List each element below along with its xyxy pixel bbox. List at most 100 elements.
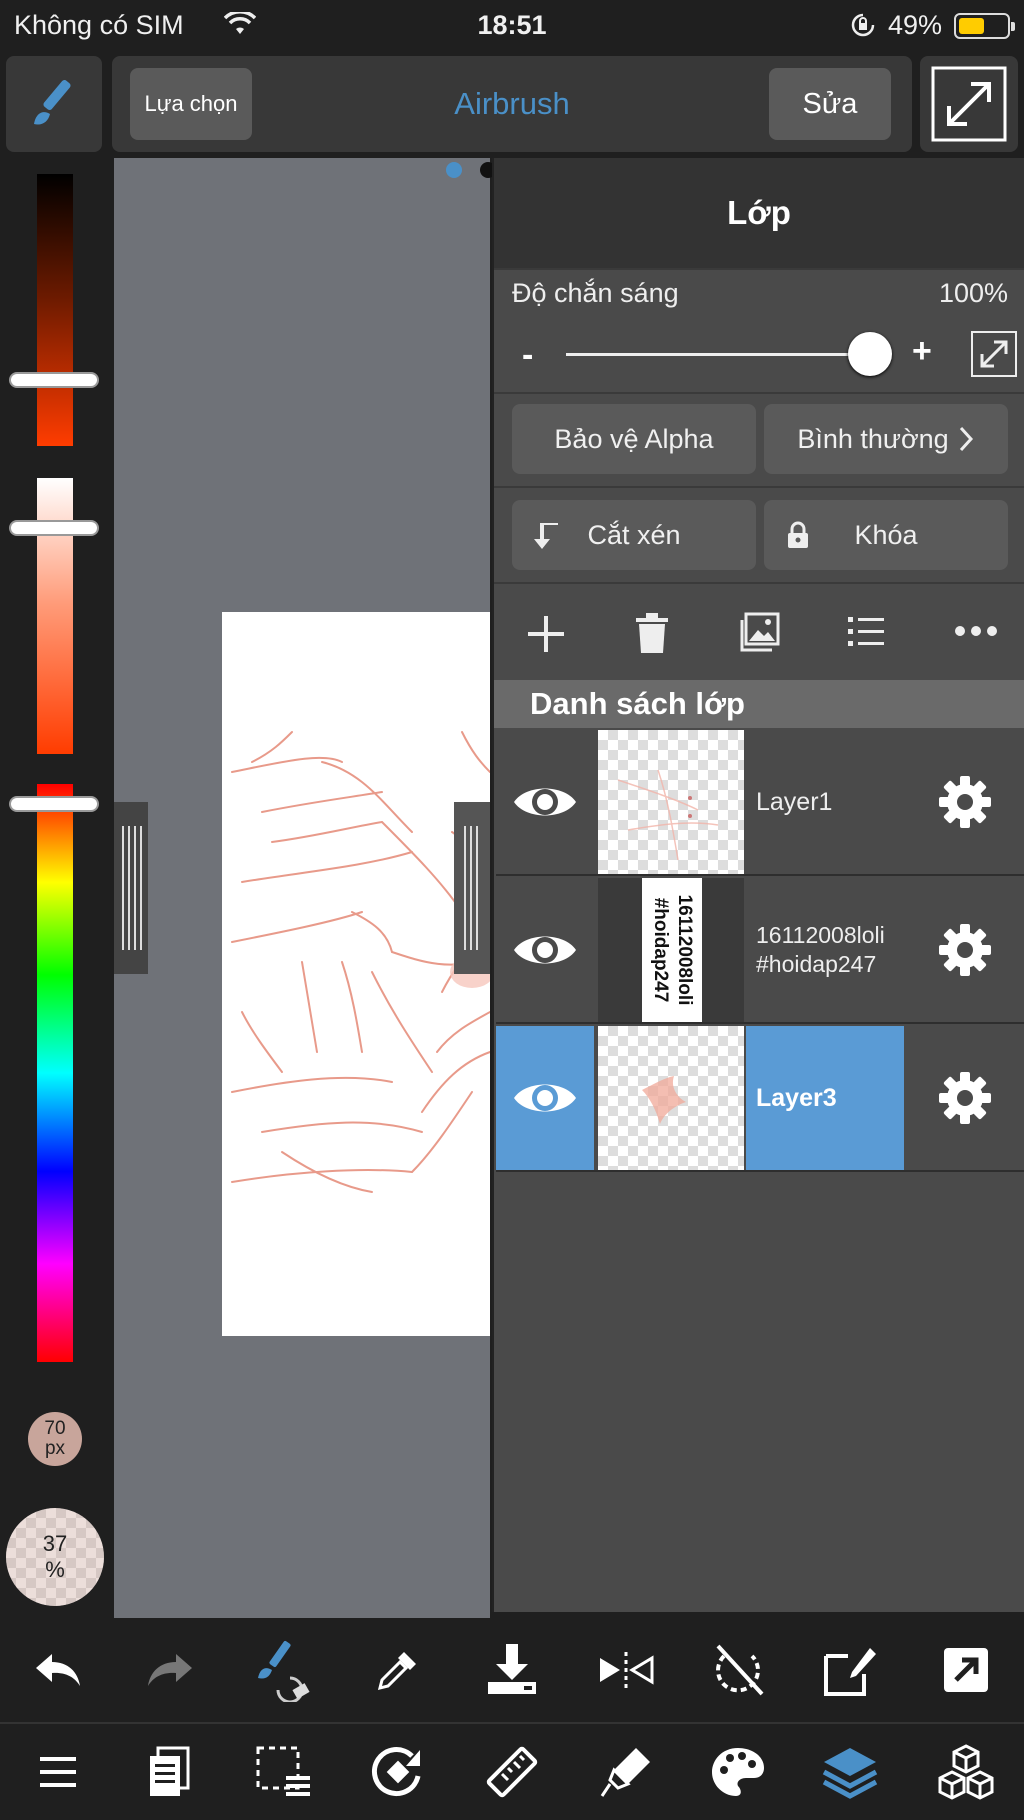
layer-settings-button[interactable] <box>904 730 1024 874</box>
page-indicator-active <box>446 162 462 178</box>
cubes-icon <box>938 1744 994 1800</box>
gear-icon <box>939 776 991 828</box>
rotate-canvas-button[interactable] <box>348 1724 448 1820</box>
menu-button[interactable] <box>8 1724 108 1820</box>
canvas-area[interactable] <box>114 158 496 1618</box>
marker-icon <box>600 1748 650 1797</box>
rotate-canvas-icon <box>371 1747 421 1797</box>
opacity-value: 100% <box>938 278 1008 308</box>
blend-mode-button[interactable]: Bình thường <box>764 404 1008 474</box>
ruler-button[interactable] <box>462 1724 562 1820</box>
layer-thumbnail <box>598 730 744 874</box>
saturation-slider[interactable] <box>37 478 73 754</box>
left-panel-drag-handle[interactable] <box>114 802 148 974</box>
brightness-handle[interactable] <box>11 374 97 386</box>
saturation-handle[interactable] <box>11 522 97 534</box>
clipping-label: Cắt xén <box>587 519 681 550</box>
layer-list-icon[interactable] <box>848 614 884 650</box>
layer-row[interactable]: 16112008loli #hoidap247 16112008loli #ho… <box>496 878 1024 1024</box>
thumbnail-text: #hoidap247 <box>650 897 671 1003</box>
layer-visibility-toggle[interactable] <box>496 878 594 1022</box>
brush-size-indicator[interactable]: 70 px <box>28 1412 82 1466</box>
fullscreen-button[interactable] <box>920 56 1018 152</box>
edit-button[interactable]: Sửa <box>769 68 891 140</box>
save-button[interactable] <box>462 1618 562 1722</box>
brush-opacity-indicator[interactable]: 37 % <box>6 1508 104 1606</box>
grip-icon <box>122 826 142 950</box>
eye-icon <box>514 788 576 816</box>
brush-size-unit: px <box>44 1438 66 1459</box>
opacity-slider-thumb[interactable] <box>848 332 892 376</box>
image-layer-icon[interactable] <box>740 612 780 652</box>
clipping-button[interactable]: Cắt xén <box>512 500 756 570</box>
chevron-right-icon <box>959 426 973 452</box>
layer-row[interactable]: Layer1 <box>496 730 1024 876</box>
download-icon <box>488 1644 536 1694</box>
action-toolbar <box>0 1618 1024 1722</box>
3d-model-button[interactable] <box>916 1724 1016 1820</box>
layer-settings-button[interactable] <box>904 878 1024 1022</box>
flip-button[interactable] <box>576 1618 676 1722</box>
transform-button[interactable] <box>800 1618 900 1722</box>
layer-list-header: Danh sách lớp <box>494 680 1024 728</box>
external-link-icon <box>944 1648 988 1692</box>
opacity-slider[interactable] <box>566 353 866 356</box>
opacity-decrease-button[interactable]: - <box>522 336 533 375</box>
layer-settings-button[interactable] <box>904 1026 1024 1170</box>
redo-button[interactable] <box>120 1618 220 1722</box>
pages-button[interactable] <box>120 1724 220 1820</box>
redo-icon <box>148 1654 192 1686</box>
main-toolbar <box>0 1722 1024 1820</box>
blend-mode-label: Bình thường <box>797 423 949 454</box>
tool-bar: Lựa chọn Airbrush Sửa <box>112 56 912 152</box>
selection-icon <box>256 1746 310 1796</box>
layer-panel-title: Lớp <box>494 158 1024 268</box>
add-layer-icon[interactable] <box>526 614 566 654</box>
brush-opacity-unit: % <box>45 1557 65 1582</box>
brush-size-value: 70 <box>44 1418 66 1439</box>
eye-icon <box>514 1084 576 1112</box>
thumbnail-text: 16112008loli <box>674 894 695 1006</box>
layer-name: Layer1 <box>756 787 833 816</box>
layer-visibility-toggle[interactable] <box>496 1026 594 1170</box>
brightness-slider[interactable] <box>37 174 73 446</box>
selection-button[interactable] <box>234 1724 334 1820</box>
alpha-protect-button[interactable]: Bảo vệ Alpha <box>512 404 756 474</box>
hue-handle[interactable] <box>11 798 97 810</box>
layer-visibility-toggle[interactable] <box>496 730 594 874</box>
rotation-reset-button[interactable] <box>688 1618 788 1722</box>
material-button[interactable] <box>576 1724 676 1820</box>
expand-icon[interactable] <box>970 330 1018 378</box>
delete-layer-icon[interactable] <box>634 612 670 654</box>
more-options-icon[interactable] <box>954 624 998 638</box>
hue-slider[interactable] <box>37 784 73 1362</box>
layer-name: 16112008loli #hoidap247 <box>756 922 885 977</box>
battery-icon <box>954 13 1015 39</box>
layer-row-selected[interactable]: Layer3 <box>496 1026 1024 1172</box>
layer-name: Layer3 <box>756 1083 837 1112</box>
opacity-increase-button[interactable]: + <box>912 332 932 371</box>
brush-tool-button[interactable] <box>6 56 102 152</box>
color-panel: 70 px 37 % <box>0 158 114 1618</box>
status-bar: Không có SIM 18:51 49% <box>0 0 1024 50</box>
lock-button[interactable]: Khóa <box>764 500 1008 570</box>
brush-rotate-icon <box>258 1641 310 1702</box>
undo-icon <box>36 1654 80 1686</box>
right-panel-drag-handle[interactable] <box>454 802 490 974</box>
lock-label: Khóa <box>854 519 918 550</box>
brush-transform-button[interactable] <box>232 1618 332 1722</box>
clip-arrow-icon <box>534 523 558 549</box>
brush-icon <box>34 79 71 125</box>
opacity-label: Độ chắn sáng <box>512 278 679 308</box>
layers-button[interactable] <box>800 1724 900 1820</box>
color-palette-button[interactable] <box>688 1724 788 1820</box>
eyedropper-button[interactable] <box>348 1618 448 1722</box>
edit-frame-icon <box>824 1648 876 1696</box>
brush-opacity-value: 37 <box>42 1531 68 1556</box>
drawing-canvas[interactable] <box>222 612 490 1336</box>
hamburger-icon <box>40 1757 76 1787</box>
undo-button[interactable] <box>8 1618 108 1722</box>
pages-icon <box>150 1746 190 1796</box>
flip-horizontal-icon <box>600 1652 654 1688</box>
share-button[interactable] <box>916 1618 1016 1722</box>
